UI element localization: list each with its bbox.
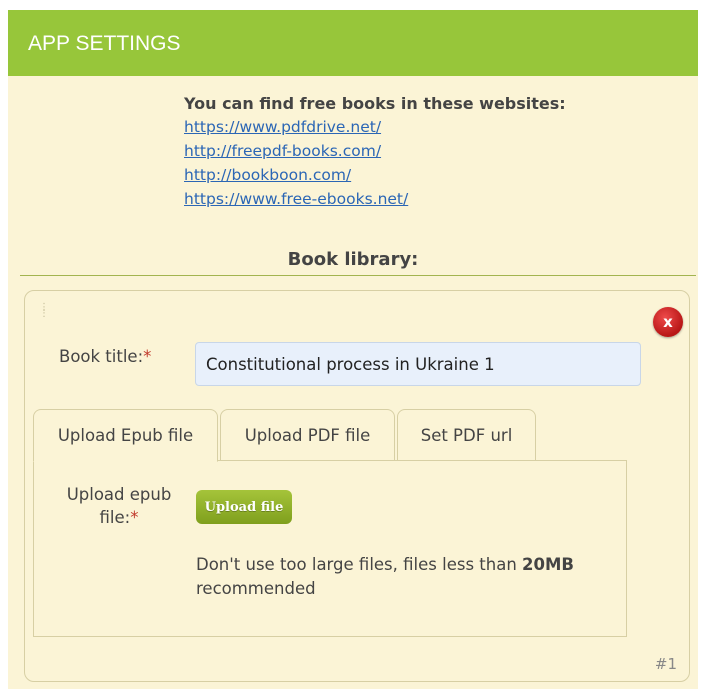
book-title-input[interactable] <box>195 342 641 386</box>
note-end: recommended <box>196 579 316 598</box>
link-free-ebooks[interactable]: https://www.free-ebooks.net/ <box>184 187 664 211</box>
link-freepdf-books[interactable]: http://freepdf-books.com/ <box>184 139 664 163</box>
link-pdfdrive[interactable]: https://www.pdfdrive.net/ <box>184 115 664 139</box>
app-settings-panel: APP SETTINGS You can find free books in … <box>8 10 698 689</box>
tab-upload-epub[interactable]: Upload Epub file <box>33 409 218 462</box>
required-mark: * <box>143 347 152 366</box>
book-library-title: Book library: <box>287 249 419 270</box>
intro-heading: You can find free books in these website… <box>184 94 566 113</box>
upload-file-button[interactable]: Upload file <box>196 490 292 524</box>
tab-set-pdf-url[interactable]: Set PDF url <box>397 409 536 461</box>
link-bookboon[interactable]: http://bookboon.com/ <box>184 163 664 187</box>
remove-book-button[interactable]: x <box>653 307 683 337</box>
tab-upload-pdf[interactable]: Upload PDF file <box>220 409 395 461</box>
epub-tab-panel: Upload epub file:* Upload file Don't use… <box>33 460 627 637</box>
file-size-note: Don't use too large files, files less th… <box>196 553 626 601</box>
book-index-label: #1 <box>654 655 677 673</box>
book-title-label-text: Book title: <box>59 347 144 366</box>
note-text: Don't use too large files, files less th… <box>196 555 523 574</box>
note-size-limit: 20MB <box>522 555 574 574</box>
section-divider <box>20 275 696 276</box>
page-title: APP SETTINGS <box>28 32 181 55</box>
book-title-label: Book title:* <box>59 347 151 366</box>
header-bar: APP SETTINGS <box>8 10 698 76</box>
drag-handle-icon[interactable]: ⋮ ⋮ <box>39 303 49 325</box>
free-books-intro: You can find free books in these website… <box>184 93 664 211</box>
upload-required-mark: * <box>130 508 139 527</box>
upload-epub-label: Upload epub file:* <box>54 483 184 529</box>
close-icon: x <box>663 313 673 331</box>
book-item-card: ⋮⋮ x Book title:* Upload Epub file Uploa… <box>24 290 690 682</box>
upload-epub-label-text: Upload epub file: <box>66 485 172 527</box>
